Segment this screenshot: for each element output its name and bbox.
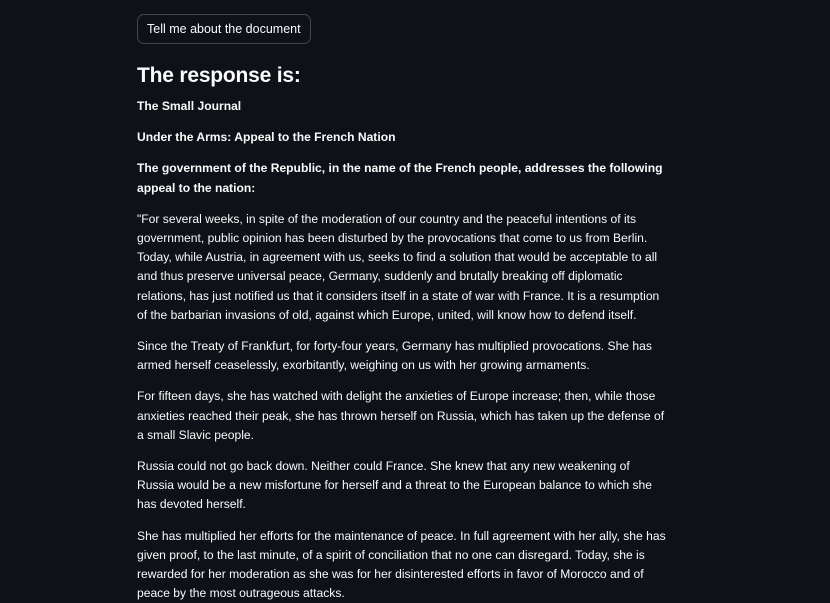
appeal-title: Under the Arms: Appeal to the French Nat… [137,130,396,145]
response-paragraph: Since the Treaty of Frankfurt, for forty… [137,339,652,373]
main-content: Tell me about the document The response … [137,14,669,603]
response-paragraph: "For several weeks, in spite of the mode… [137,211,660,322]
response-heading: The response is: [137,64,301,87]
tell-me-about-document-button[interactable]: Tell me about the document [137,14,311,44]
response-paragraph: For fifteen days, she has watched with d… [137,389,665,442]
response-paragraph: She has multiplied her efforts for the m… [137,528,666,601]
response-paragraph: Russia could not go back down. Neither c… [137,459,652,512]
appeal-intro: The government of the Republic, in the n… [137,161,663,195]
journal-title: The Small Journal [137,99,242,113]
